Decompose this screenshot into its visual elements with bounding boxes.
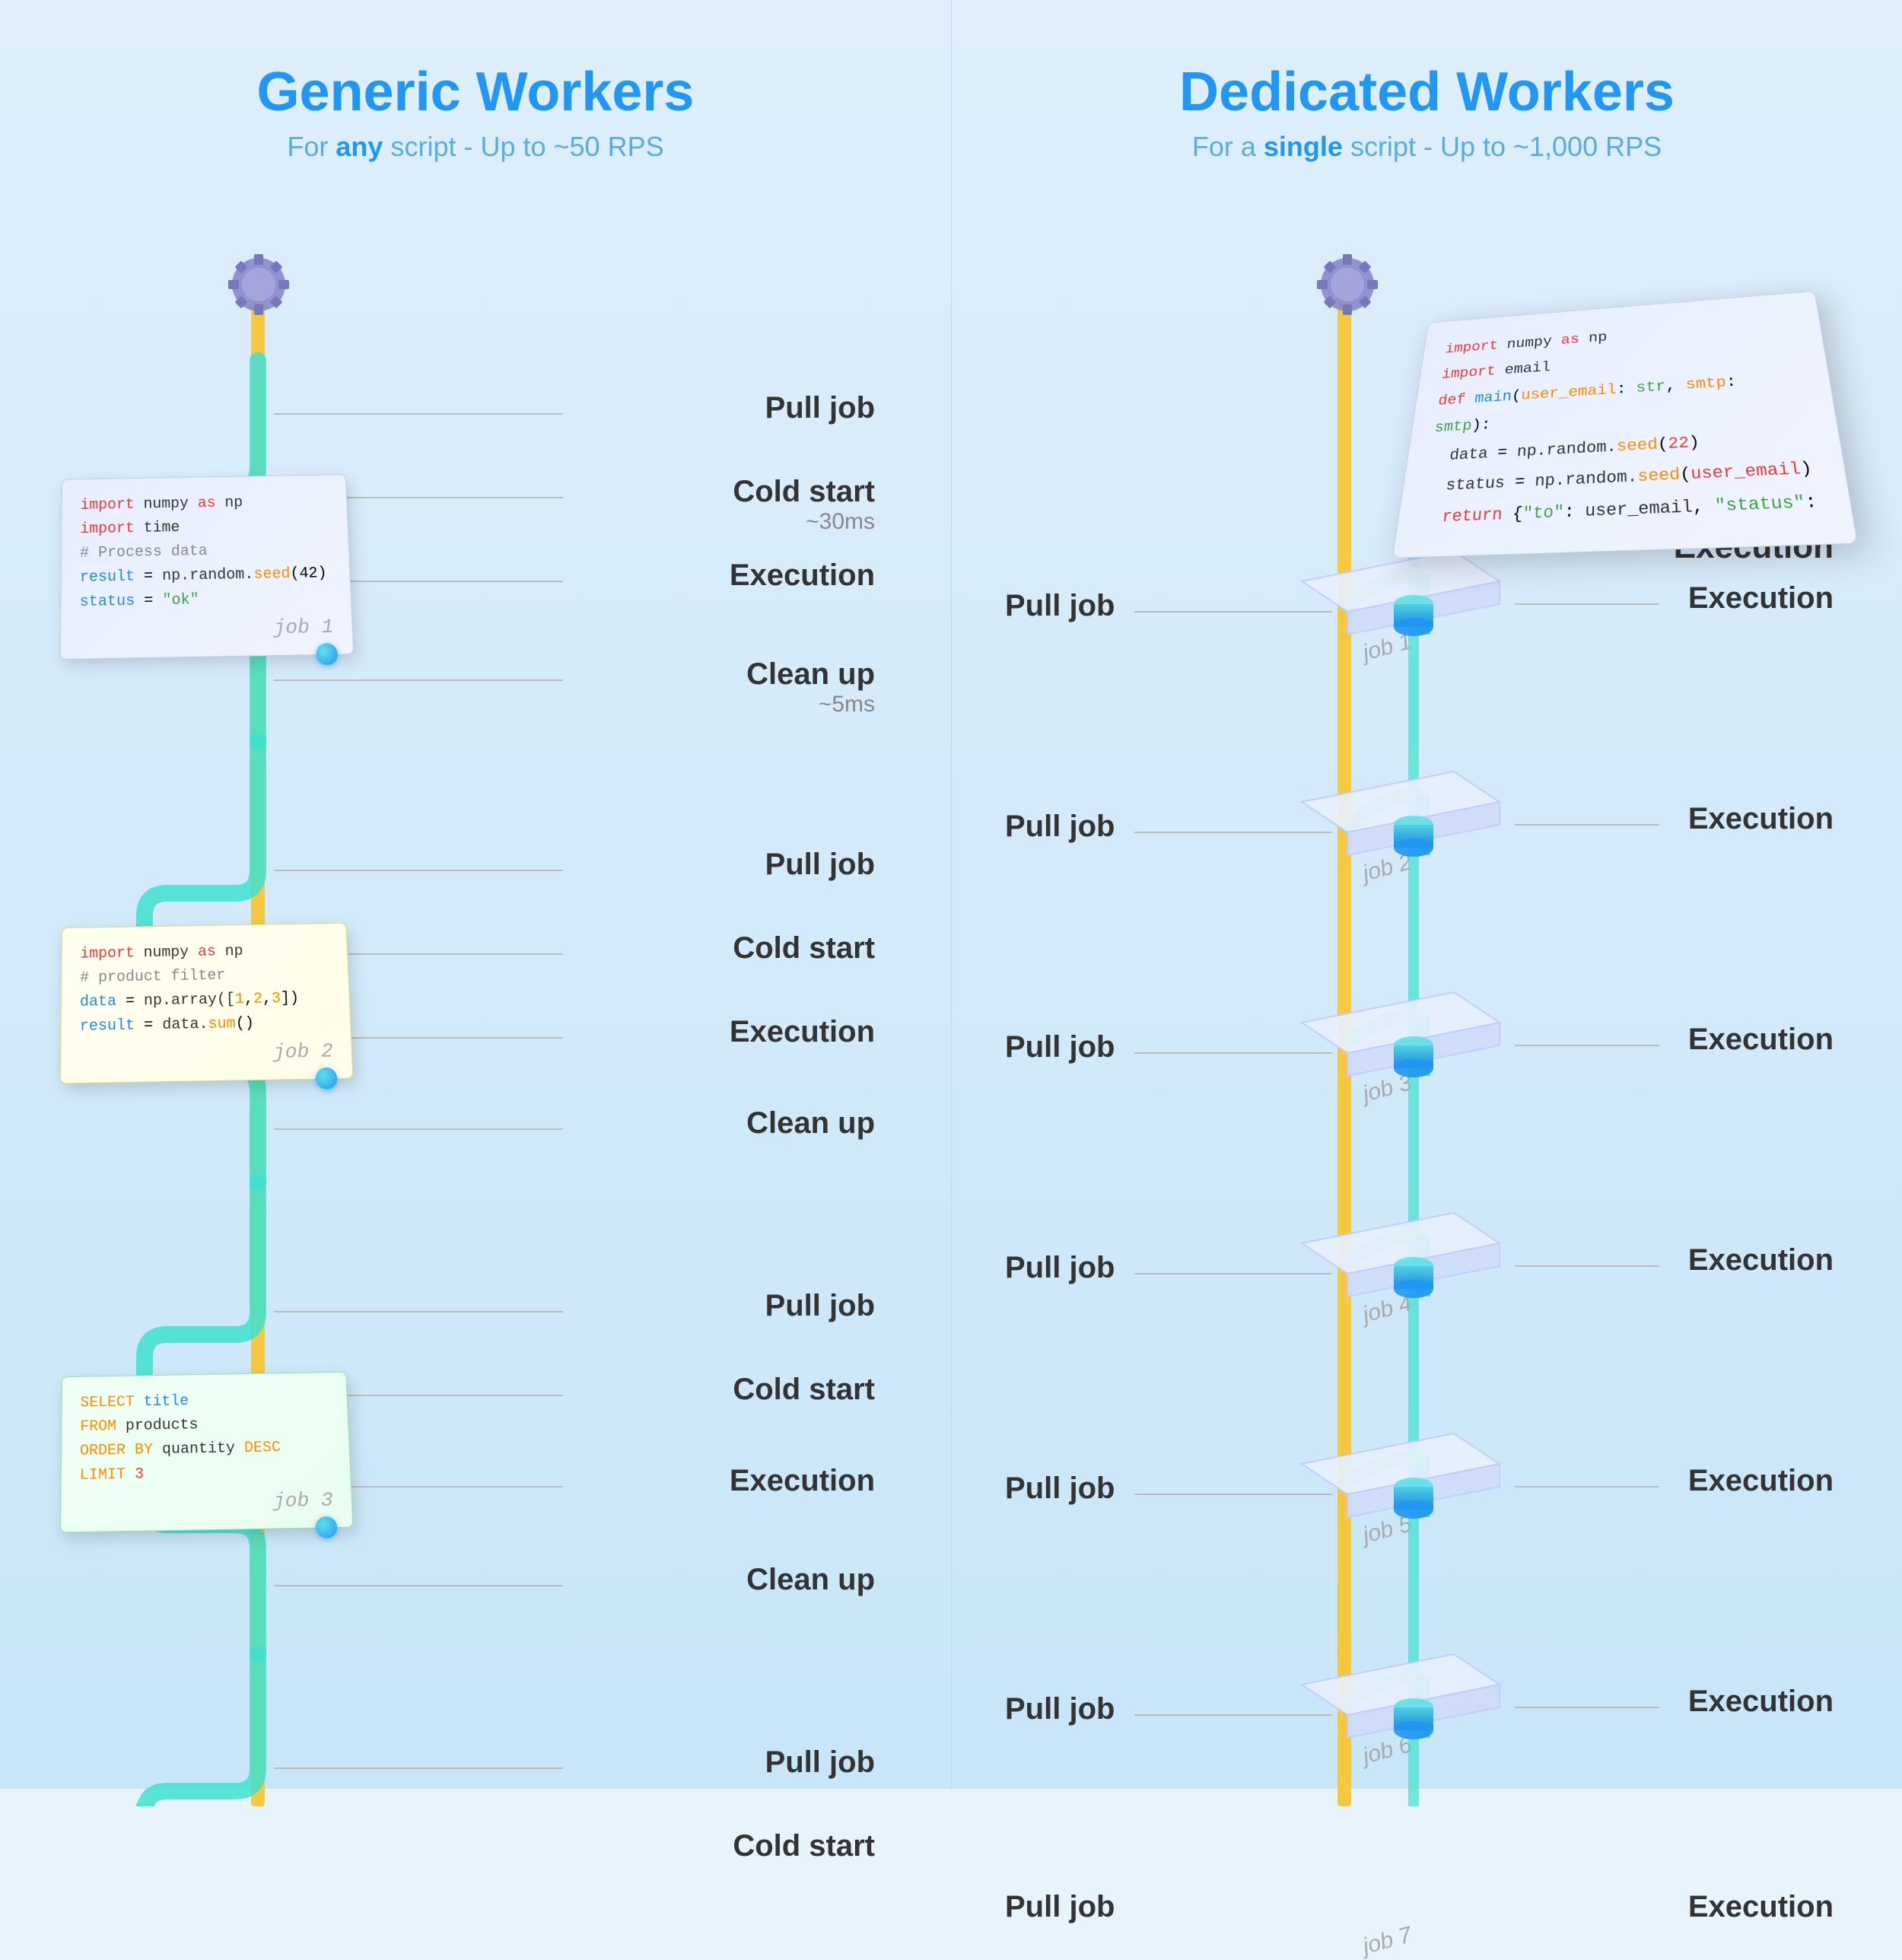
gear-icon-right	[1302, 239, 1393, 334]
label-pull-job-2: Pull job	[765, 848, 875, 882]
right-title: Dedicated Workers	[997, 61, 1856, 123]
label-pull-job-3: Pull job	[765, 1289, 875, 1323]
dedicated-exec-7: Execution	[1688, 1890, 1834, 1924]
left-subtitle-bold: any	[336, 131, 383, 162]
code-card-job3: SELECT title FROM products ORDER BY quan…	[60, 1372, 354, 1533]
main-container: Generic Workers For any script - Up to ~…	[0, 0, 1902, 1789]
right-panel: Dedicated Workers For a single script - …	[951, 0, 1902, 1789]
code-card-job2: import numpy as np # product filter data…	[60, 923, 354, 1084]
label-cleanup-2: Clean up	[746, 1106, 875, 1141]
code-card-job1: import numpy as np import time # Process…	[60, 474, 355, 660]
dedicated-code-card: import numpy as np import email def main…	[1392, 291, 1859, 558]
gear-icon-left	[213, 239, 304, 334]
label-cold-start-4: Cold start	[733, 1829, 875, 1863]
right-subtitle: For a single script - Up to ~1,000 RPS	[997, 131, 1856, 163]
label-execution-3: Execution	[730, 1464, 875, 1498]
label-cleanup-1: Clean up ~5ms	[746, 657, 875, 718]
label-cold-start-2: Cold start	[733, 931, 875, 966]
left-title: Generic Workers	[46, 61, 905, 123]
label-pull-job-4: Pull job	[765, 1745, 875, 1780]
right-subtitle-bold: single	[1264, 131, 1343, 162]
label-cleanup-3: Clean up	[746, 1563, 875, 1597]
job7-label: job 7	[1360, 1922, 1415, 1960]
dedicated-pull-7: Pull job	[1005, 1890, 1115, 1924]
generic-flow: import numpy as np import time # Process…	[46, 208, 905, 1806]
label-pull-job-1: Pull job	[765, 391, 875, 425]
left-subtitle: For any script - Up to ~50 RPS	[46, 131, 905, 163]
label-cold-start-3: Cold start	[733, 1373, 875, 1407]
label-cold-start-1: Cold start ~30ms	[733, 475, 875, 535]
label-execution-2: Execution	[730, 1015, 875, 1049]
left-panel: Generic Workers For any script - Up to ~…	[0, 0, 951, 1789]
label-execution-1: Execution	[730, 558, 875, 593]
dedicated-flow: import numpy as np import email def main…	[997, 208, 1856, 1806]
